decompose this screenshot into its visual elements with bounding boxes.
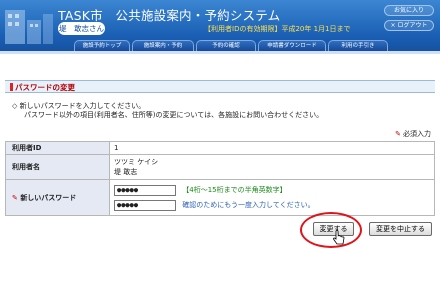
tab-usage-guide[interactable]: 利用の手引き — [328, 40, 388, 51]
new-password-label: 新しいパスワード — [20, 193, 77, 202]
password-form: 利用者ID 1 利用者名 ツツミ ケイシ 堤 敢志 ✎ 新しいパスワード ●●●… — [5, 141, 435, 216]
new-password-cell: ●●●●● 【4桁～15桁までの半角英数字】 ●●●●● 確認のためにもう一度入… — [109, 179, 435, 216]
user-id-label: 利用者ID — [5, 141, 110, 155]
app-header: TASK市 公共施設案内・予約システム 堤 敢志さん お気に入り × ログアウト… — [0, 0, 440, 51]
new-password-input[interactable]: ●●●●● — [114, 184, 176, 196]
instruction-line-2: パスワード以外の項目(利用者名、住所等)の変更については、各施設にお問い合わせく… — [24, 111, 324, 119]
user-name-value: ツツミ ケイシ 堤 敢志 — [109, 154, 435, 180]
user-id-value: 1 — [109, 141, 435, 155]
tab-reservation-top[interactable]: 施設予約トップ — [74, 40, 130, 51]
cancel-button[interactable]: 変更を中止する — [369, 222, 432, 236]
tab-reservation-check[interactable]: 予約の確認 — [196, 40, 256, 51]
building-logo-icon — [5, 10, 53, 44]
user-name-label: 利用者名 — [5, 154, 110, 180]
logout-button[interactable]: × ログアウト — [384, 20, 434, 31]
tab-facility-info[interactable]: 施設案内・予約 — [132, 40, 194, 51]
section-marker-icon — [10, 83, 13, 91]
new-password-label-cell: ✎ 新しいパスワード — [5, 179, 110, 216]
confirm-password-input[interactable]: ●●●●● — [114, 199, 176, 211]
required-note: ✎ 必須入力 — [395, 129, 431, 139]
user-name-kanji: 堤 敢志 — [114, 168, 138, 176]
tab-form-download[interactable]: 申請書ダウンロード — [258, 40, 326, 51]
main-nav: 施設予約トップ 施設案内・予約 予約の確認 申請書ダウンロード 利用の手引き — [74, 40, 388, 51]
section-title: パスワードの変更 — [15, 83, 75, 92]
password-hint: 【4桁～15桁までの半角英数字】 — [182, 186, 287, 194]
section-header: パスワードの変更 — [5, 80, 435, 93]
favorites-button[interactable]: お気に入り — [384, 5, 434, 16]
pencil-icon: ✎ — [12, 193, 18, 202]
user-name-kana: ツツミ ケイシ — [114, 158, 159, 166]
hand-cursor-icon — [333, 230, 345, 245]
pencil-icon: ✎ — [395, 130, 401, 138]
required-label: 必須入力 — [403, 130, 431, 138]
expiry-notice: 【利用者IDの有効期限】平成20年 1月1日まで — [204, 25, 351, 33]
header-divider — [0, 51, 440, 54]
user-name-badge: 堤 敢志さん — [58, 22, 105, 35]
confirm-hint: 確認のためにもう一度入力してください。 — [182, 201, 315, 209]
instruction-text-1: 新しいパスワードを入力してください。 — [19, 102, 146, 110]
diamond-bullet-icon: ◇ — [12, 102, 20, 110]
